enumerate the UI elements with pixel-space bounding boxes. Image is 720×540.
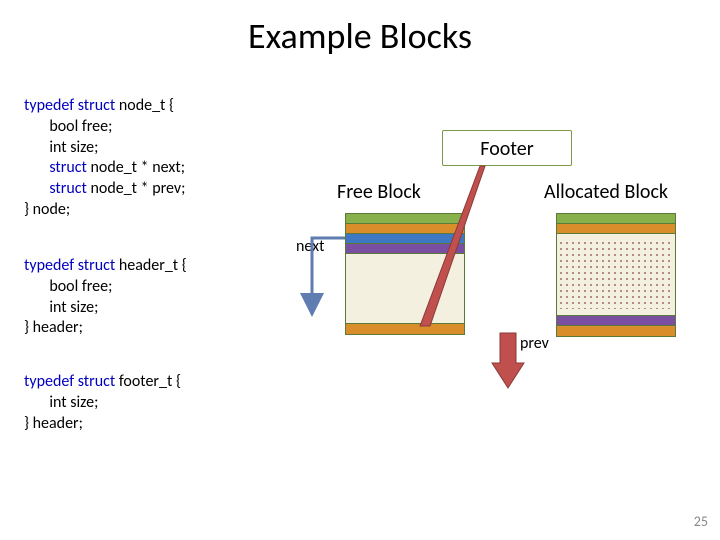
alloc-header-size <box>557 224 675 234</box>
alloc-body-hatch <box>558 240 674 309</box>
code-header-t: typedef struct header_t { bool free; int… <box>24 256 187 339</box>
kw-typedef: typedef struct <box>24 96 119 115</box>
slide: Example Blocks typedef struct node_t { b… <box>0 0 720 540</box>
next-arrow-icon <box>300 235 360 325</box>
alloc-header-free <box>557 214 675 224</box>
label-free-block: Free Block <box>337 180 421 204</box>
page-number: 25 <box>694 513 708 530</box>
alloc-footer-size <box>557 326 675 336</box>
prev-arrow-icon <box>488 333 528 393</box>
footer-callout: Footer <box>442 130 572 166</box>
allocated-block <box>556 213 676 337</box>
code-footer-t: typedef struct footer_t { int size; } he… <box>24 372 181 434</box>
alloc-body <box>557 234 675 316</box>
label-allocated-block: Allocated Block <box>544 180 668 204</box>
footer-callout-arrow-icon <box>420 166 510 336</box>
alloc-unused-purple <box>557 316 675 326</box>
slide-title: Example Blocks <box>0 14 720 58</box>
type-name: node_t <box>119 96 166 115</box>
code-node-t: typedef struct node_t { bool free; int s… <box>24 96 185 221</box>
